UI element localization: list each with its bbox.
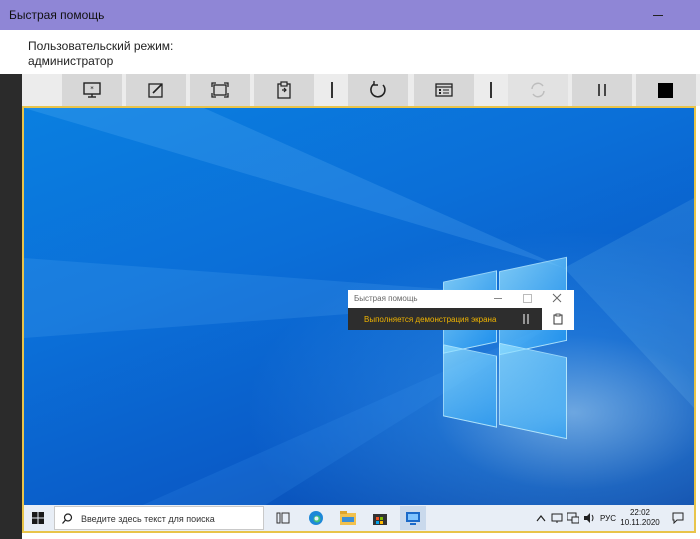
pause-button[interactable]: [572, 74, 632, 106]
app-title-bar: Быстрая помощь: [0, 0, 700, 30]
restart-button[interactable]: [348, 74, 408, 106]
language-indicator[interactable]: РУС: [600, 514, 616, 523]
header: Пользовательский режим: администратор: [0, 30, 700, 74]
edge-browser-icon[interactable]: [308, 510, 324, 526]
notifications-icon[interactable]: [672, 512, 684, 524]
annotate-pen-icon: [148, 83, 163, 98]
toolbar-separator: [331, 82, 333, 98]
left-strip: [0, 74, 22, 539]
toolbar: *: [22, 74, 700, 106]
actual-size-button[interactable]: [190, 74, 250, 106]
reconnect-button[interactable]: [508, 74, 568, 106]
monitor-select-icon: *: [83, 82, 101, 98]
clipboard-icon: [277, 81, 291, 99]
quick-assist-mini-window: Быстрая помощь Выполняется демонстрация …: [348, 290, 574, 330]
taskbar-search-box[interactable]: Введите здесь текст для поиска: [54, 506, 264, 530]
actual-size-icon: [211, 82, 229, 98]
select-monitor-button[interactable]: *: [62, 74, 122, 106]
search-placeholder: Введите здесь текст для поиска: [81, 514, 215, 524]
mini-window-titlebar: Быстрая помощь: [348, 290, 574, 308]
mini-window-title: Быстрая помощь: [354, 294, 418, 303]
clipboard-button[interactable]: [254, 74, 314, 106]
mini-close-icon[interactable]: [552, 293, 562, 303]
display-icon[interactable]: [567, 512, 579, 524]
remote-taskbar: Введите здесь текст для поиска РУС 22:02…: [24, 505, 694, 531]
toolbar-separator: [490, 82, 492, 98]
windows-start-icon[interactable]: [32, 512, 44, 524]
end-session-button[interactable]: [636, 74, 696, 106]
remote-desktop-view[interactable]: Быстрая помощь Выполняется демонстрация …: [22, 106, 696, 533]
mini-clipboard-icon: [553, 313, 563, 325]
sharing-status-bar: Выполняется демонстрация экрана: [348, 308, 542, 330]
mini-minimize-icon[interactable]: [494, 298, 502, 299]
chevron-up-icon[interactable]: [536, 514, 546, 522]
app-title: Быстрая помощь: [9, 8, 105, 22]
task-manager-button[interactable]: [414, 74, 474, 106]
quick-assist-taskbar-button[interactable]: [400, 506, 426, 530]
user-mode-value: администратор: [28, 54, 114, 68]
restart-icon: [370, 81, 386, 98]
minimize-button[interactable]: [648, 4, 668, 24]
store-icon[interactable]: [372, 510, 388, 526]
mini-clipboard-area[interactable]: [542, 308, 574, 330]
taskbar-clock[interactable]: 22:02 10.11.2020: [620, 508, 660, 528]
search-icon: [62, 513, 73, 524]
mini-pause-icon[interactable]: [522, 314, 530, 324]
annotate-button[interactable]: [126, 74, 186, 106]
sharing-status-text: Выполняется демонстрация экрана: [364, 315, 497, 324]
end-icon: [658, 83, 673, 98]
task-view-icon[interactable]: [276, 511, 290, 525]
quick-assist-icon: [406, 512, 420, 525]
reconnect-icon: [531, 82, 545, 98]
network-icon[interactable]: [551, 512, 563, 524]
file-explorer-icon[interactable]: [340, 511, 356, 525]
mini-maximize-icon[interactable]: [523, 294, 532, 303]
pause-icon: [598, 84, 606, 96]
svg-text:*: *: [90, 85, 94, 93]
clock-time: 22:02: [629, 508, 651, 517]
clock-date: 10.11.2020: [620, 518, 660, 527]
task-manager-icon: [435, 83, 453, 97]
volume-icon[interactable]: [583, 512, 595, 524]
user-mode-label: Пользовательский режим:: [28, 39, 174, 53]
